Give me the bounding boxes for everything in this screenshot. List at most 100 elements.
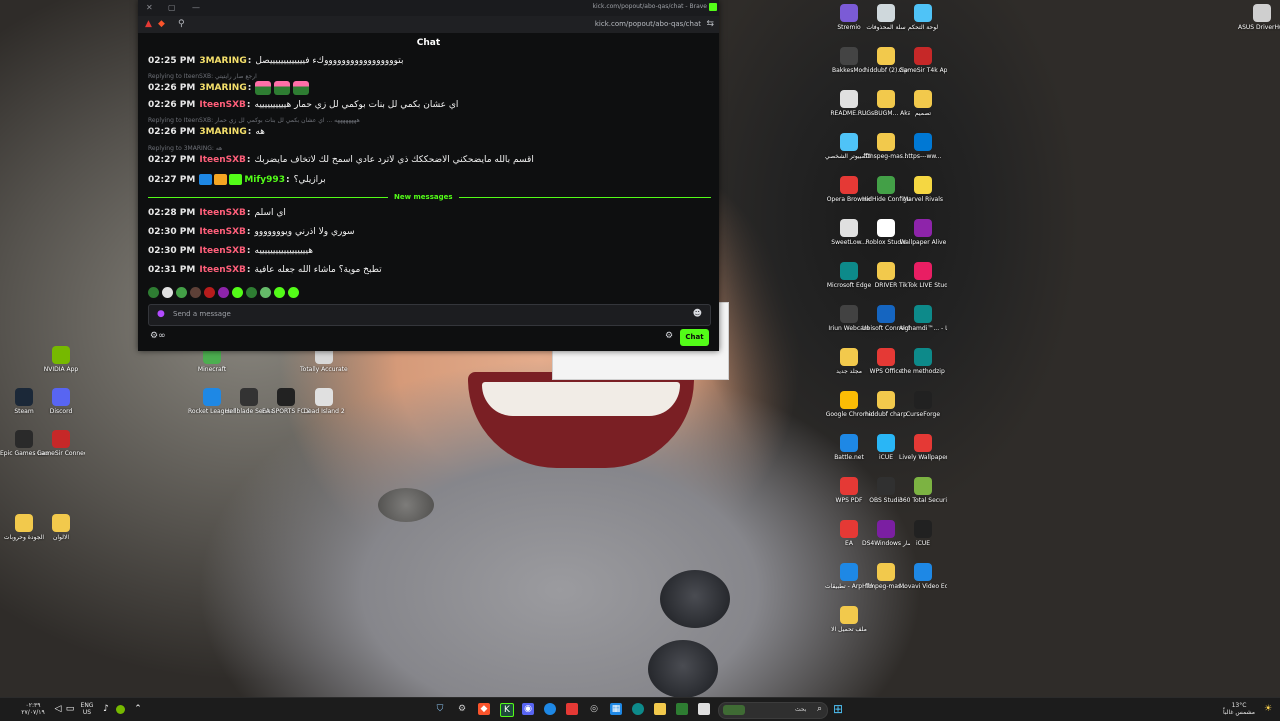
message-username[interactable]: 3MARING xyxy=(199,56,246,66)
desktop-shortcut[interactable]: Dead Island 2 xyxy=(300,388,348,415)
desktop-shortcut[interactable]: Marvel Rivals xyxy=(899,176,947,203)
chat-message[interactable]: 02:31 PM IteenSXB: تطبخ موية؟ ماشاء الله ج… xyxy=(148,265,382,275)
app-taskbar-icon[interactable] xyxy=(676,703,688,715)
nvidia-tray-icon[interactable] xyxy=(116,705,125,714)
store-taskbar-icon[interactable]: ▦ xyxy=(610,703,622,715)
emote-icon[interactable] xyxy=(190,287,201,298)
app-icon xyxy=(877,563,895,581)
windows-start-icon[interactable]: ⊞ xyxy=(832,703,844,715)
url-text[interactable]: kick.com/popout/abo-qas/chat xyxy=(595,20,701,28)
emote-icon[interactable] xyxy=(288,287,299,298)
microphone-icon[interactable]: ● xyxy=(157,309,165,319)
discord-taskbar-icon[interactable]: ◉ xyxy=(522,703,534,715)
file-explorer-icon[interactable] xyxy=(654,703,666,715)
chat-emote-icon[interactable] xyxy=(293,81,310,95)
desktop-shortcut[interactable]: Discord xyxy=(37,388,85,415)
app-taskbar-icon[interactable] xyxy=(544,703,556,715)
desktop-shortcut[interactable]: Alghamdi™... - الله اكبر لعبتنا xyxy=(899,305,947,332)
desktop-shortcut[interactable]: Wallpaper Alive xyxy=(899,219,947,246)
user-badge-icon[interactable] xyxy=(199,174,213,185)
desktop-shortcut[interactable]: ملف تحميل آلا xyxy=(825,606,873,633)
settings-gear-icon[interactable]: ⚙ xyxy=(665,331,673,341)
desktop-shortcut[interactable]: NVIDIA App xyxy=(37,346,85,373)
app-taskbar-icon[interactable] xyxy=(698,703,710,715)
chat-message[interactable]: 02:26 PM 3MARING: xyxy=(148,81,312,95)
brave-taskbar-icon[interactable]: ◆ xyxy=(478,703,490,715)
emote-icon[interactable] xyxy=(232,287,243,298)
obs-taskbar-icon[interactable]: ◎ xyxy=(588,703,600,715)
chat-message[interactable]: 02:30 PM IteenSXB: سوري ولا اذرني ويوووووو… xyxy=(148,227,355,237)
chat-message[interactable]: 02:27 PM IteenSXB: اقسم بالله مايضحكني الا… xyxy=(148,155,534,165)
desktop-shortcut[interactable]: TikTok LIVE Studio xyxy=(899,262,947,289)
desktop-shortcut[interactable]: ASUS DriverHub xyxy=(1238,4,1280,31)
desktop-shortcut[interactable]: https---ww... xyxy=(899,133,947,160)
close-icon[interactable]: ✕ xyxy=(146,3,153,12)
message-username[interactable]: IteenSXB xyxy=(199,155,246,165)
desktop-shortcut[interactable]: Movavi Video Edit... xyxy=(899,563,947,590)
message-username[interactable]: IteenSXB xyxy=(199,246,246,256)
emote-icon[interactable] xyxy=(176,287,187,298)
desktop-shortcut[interactable]: 360 Total Security xyxy=(899,477,947,504)
settings-taskbar-icon[interactable]: ⚙ xyxy=(456,703,468,715)
chat-message[interactable]: 02:25 PM 3MARING: بتوووووووووووووووووكء في… xyxy=(148,56,404,66)
message-username[interactable]: IteenSXB xyxy=(199,208,246,218)
brave-shields-icon[interactable]: ◆ xyxy=(158,19,165,29)
desktop-shortcut[interactable]: لوحة التحكم xyxy=(899,4,947,31)
window-titlebar[interactable]: ✕ ▢ — kick.com/popout/abo-qas/chat - Bra… xyxy=(138,0,719,16)
desktop-shortcut[interactable]: الالوان xyxy=(37,514,85,541)
minimize-icon[interactable]: — xyxy=(192,3,200,12)
chat-footer-icons[interactable]: ⚙∞ xyxy=(150,331,166,341)
emote-icon[interactable] xyxy=(274,287,285,298)
message-username[interactable]: IteenSXB xyxy=(199,100,246,110)
send-chat-button[interactable]: Chat xyxy=(680,329,709,346)
app-taskbar-icon[interactable] xyxy=(566,703,578,715)
chat-message[interactable]: 02:28 PM IteenSXB: اي اسلم xyxy=(148,208,286,218)
chat-message[interactable]: 02:26 PM IteenSXB: اي عشان بكمي لل بنات بو… xyxy=(148,100,458,110)
emote-icon[interactable] xyxy=(204,287,215,298)
message-input[interactable]: ● Send a message ☻ xyxy=(148,304,711,326)
message-username[interactable]: IteenSXB xyxy=(199,265,246,275)
chat-emote-icon[interactable] xyxy=(274,81,291,95)
tune-icon[interactable]: ⚲ xyxy=(178,19,185,29)
desktop-shortcut[interactable]: Lively Wallpaper xyxy=(899,434,947,461)
language-indicator[interactable]: ENG US xyxy=(80,702,94,716)
address-bar[interactable]: ▲ ◆ ⚲ kick.com/popout/abo-qas/chat ⇆ xyxy=(138,16,719,33)
desktop-shortcut[interactable]: تصميم xyxy=(899,90,947,117)
user-badge-icon[interactable] xyxy=(229,174,243,185)
chevron-up-icon[interactable]: ⌃ xyxy=(132,703,144,715)
share-icon[interactable]: ⇆ xyxy=(706,19,714,29)
weather-widget[interactable]: 13°C مشمس غالباً xyxy=(1216,702,1262,716)
warning-icon[interactable]: ▲ xyxy=(145,19,152,29)
desktop-shortcut[interactable]: GameSir Connect xyxy=(37,430,85,457)
chat-emote-icon[interactable] xyxy=(255,81,272,95)
emoji-icon[interactable]: ☻ xyxy=(693,309,702,319)
emote-icon[interactable] xyxy=(218,287,229,298)
volume-icon[interactable]: ◁ xyxy=(52,703,64,715)
emote-icon[interactable] xyxy=(162,287,173,298)
message-username[interactable]: 3MARING xyxy=(199,83,246,93)
message-username[interactable]: IteenSXB xyxy=(199,227,246,237)
shield-tray-icon[interactable]: ⛉ xyxy=(434,703,446,715)
taskbar-clock[interactable]: ٠٢:٣٩ ٢٧/٠٧/١٩ xyxy=(20,702,46,716)
desktop-shortcut[interactable]: GameSir T4k App xyxy=(899,47,947,74)
desktop-shortcut[interactable]: iCUE xyxy=(899,520,947,547)
message-username[interactable]: Mify993 xyxy=(244,175,285,185)
edge-taskbar-icon[interactable] xyxy=(632,703,644,715)
desktop-shortcut[interactable]: the methodzip xyxy=(899,348,947,375)
chat-messages[interactable]: 02:25 PM 3MARING: بتوووووووووووووووووكء في… xyxy=(148,53,711,283)
chat-message[interactable]: 02:30 PM IteenSXB: هييييييييييييييييييه xyxy=(148,246,313,256)
desktop-shortcut[interactable]: CurseForge xyxy=(899,391,947,418)
chat-message[interactable]: 02:26 PM 3MARING: هه xyxy=(148,127,265,137)
microphone-tray-icon[interactable]: ♪ xyxy=(100,703,112,715)
chat-message[interactable]: 02:27 PM Mify993: برازيلي؟ xyxy=(148,174,326,185)
user-badge-icon[interactable] xyxy=(214,174,228,185)
taskbar-search[interactable]: بحث ⌕ xyxy=(718,702,828,719)
network-icon[interactable]: ▭ xyxy=(64,703,76,715)
emote-icon[interactable] xyxy=(246,287,257,298)
kick-taskbar-icon[interactable]: K xyxy=(500,703,514,717)
message-username[interactable]: 3MARING xyxy=(199,127,246,137)
emote-icon[interactable] xyxy=(148,287,159,298)
emote-bar[interactable] xyxy=(148,287,299,299)
maximize-icon[interactable]: ▢ xyxy=(168,3,176,12)
emote-icon[interactable] xyxy=(260,287,271,298)
